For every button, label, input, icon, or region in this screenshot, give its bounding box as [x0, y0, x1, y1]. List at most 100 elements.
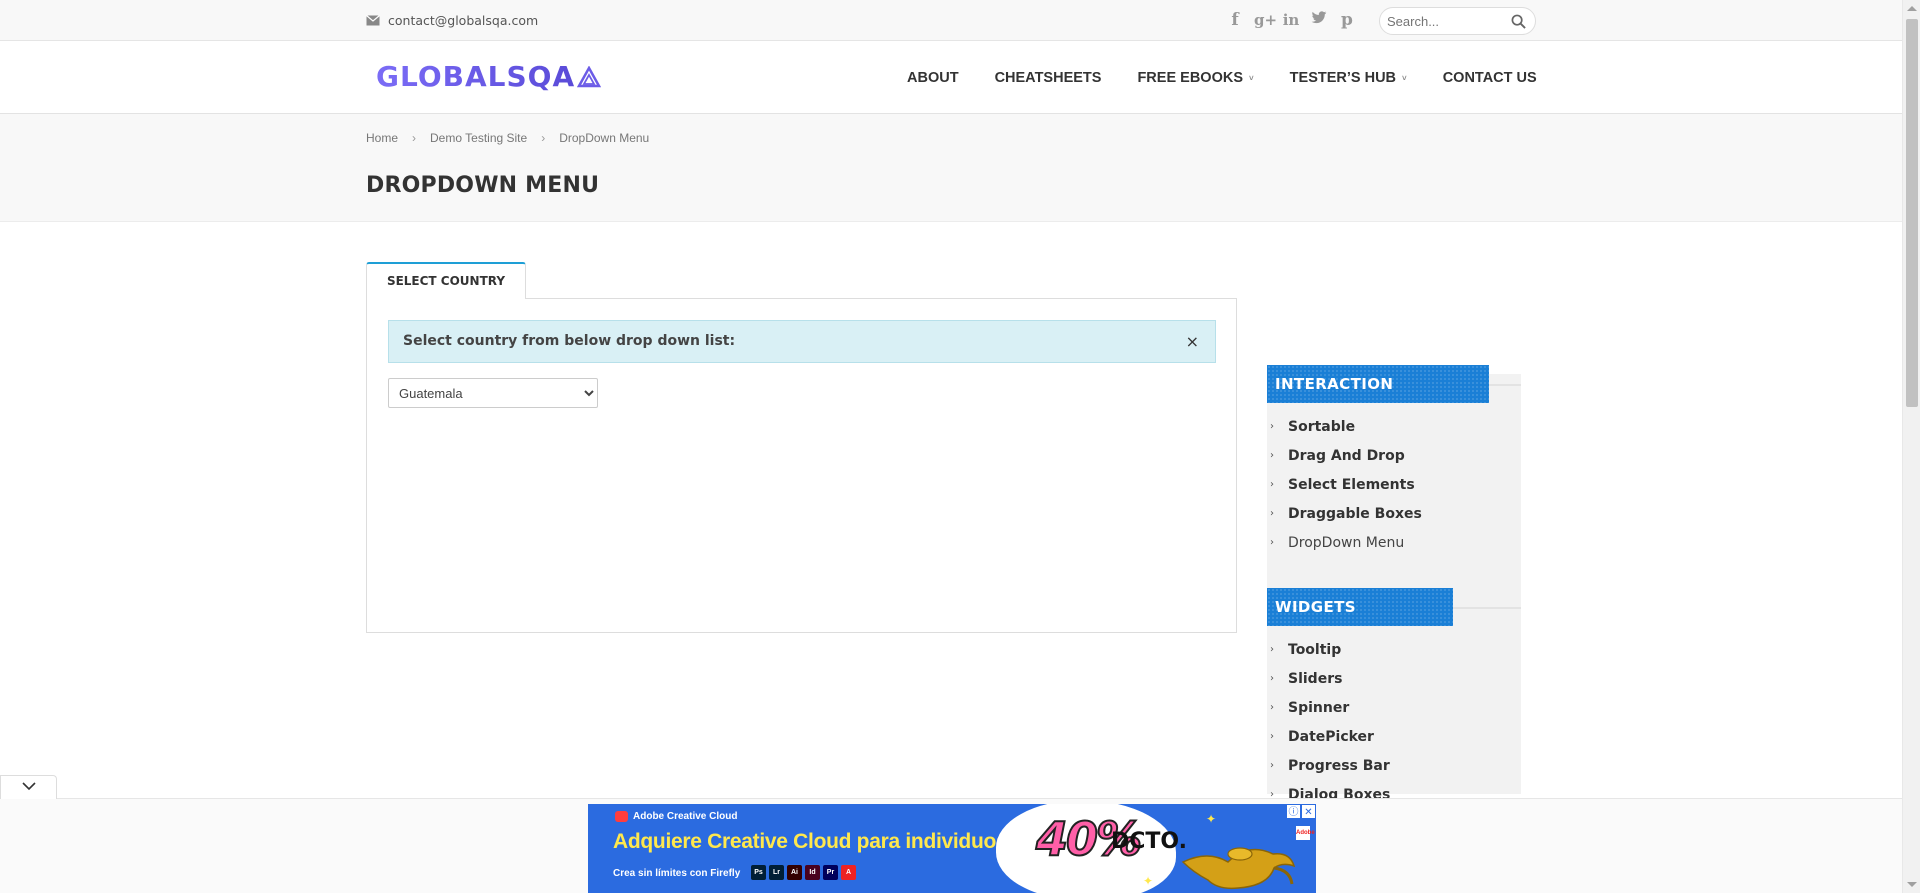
- nav-testers-hub[interactable]: TESTER’S HUB ˅: [1290, 70, 1407, 86]
- ad-app-icons: Ps Lr Ai Id Pr A: [751, 865, 856, 880]
- scrollbar-thumb[interactable]: [1906, 19, 1918, 407]
- sidebar-item-draggable-boxes[interactable]: › Draggable Boxes: [1270, 499, 1422, 528]
- logo-triangle-icon: [577, 65, 602, 87]
- lightroom-icon: Lr: [769, 865, 784, 880]
- sidebar-item-label: Sliders: [1288, 670, 1343, 687]
- chevron-down-icon: ˅: [1249, 73, 1254, 83]
- breadcrumb: Home › Demo Testing Site › DropDown Menu: [366, 131, 649, 145]
- nav-cheatsheets[interactable]: CHEATSHEETS: [995, 70, 1102, 86]
- sidebar-item-progress-bar[interactable]: › Progress Bar: [1270, 751, 1390, 780]
- sidebar-item-tooltip[interactable]: › Tooltip: [1270, 635, 1390, 664]
- sidebar-item-dropdown-menu[interactable]: › DropDown Menu: [1270, 528, 1422, 557]
- scroll-up-icon[interactable]: [1907, 6, 1917, 11]
- sidebar-item-label: Progress Bar: [1288, 757, 1390, 774]
- adobe-logo: Adobe: [1296, 826, 1315, 840]
- sidebar-list-interaction: › Sortable › Drag And Drop › Select Element…: [1270, 412, 1422, 557]
- breadcrumb-separator-icon: ›: [541, 131, 546, 145]
- breadcrumb-home[interactable]: Home: [366, 131, 398, 145]
- sparkle-icon: ✦: [1143, 874, 1154, 888]
- contact-email-text: contact@globalsqa.com: [388, 13, 539, 28]
- indesign-icon: Id: [805, 865, 820, 880]
- nav-free-ebooks[interactable]: FREE EBOOKS ˅: [1137, 70, 1253, 86]
- pinterest-icon[interactable]: p: [1338, 10, 1356, 30]
- page-title-bar: Home › Demo Testing Site › DropDown Menu…: [0, 114, 1902, 222]
- sidebar-item-drag-and-drop[interactable]: › Drag And Drop: [1270, 441, 1422, 470]
- breadcrumb-demo-testing-site[interactable]: Demo Testing Site: [430, 131, 527, 145]
- ad-subtext: Crea sin límites con Firefly: [613, 868, 741, 879]
- ad-headline: Adquiere Creative Cloud para individuos …: [613, 830, 1050, 853]
- page-title: DROPDOWN MENU: [366, 173, 600, 198]
- linkedin-icon[interactable]: in: [1282, 10, 1300, 30]
- nav-free-ebooks-label: FREE EBOOKS: [1137, 70, 1243, 86]
- sparkle-icon: ✦: [1206, 812, 1217, 826]
- sidebar-item-label: Drag And Drop: [1288, 447, 1405, 464]
- chevron-right-icon: ›: [1270, 508, 1274, 519]
- main-nav: ABOUT CHEATSHEETS FREE EBOOKS ˅ TESTER’S …: [907, 70, 1537, 86]
- tab-select-country[interactable]: SELECT COUNTRY: [366, 262, 526, 299]
- sidebar-item-datepicker[interactable]: › DatePicker: [1270, 722, 1390, 751]
- sidebar-item-spinner[interactable]: › Spinner: [1270, 693, 1390, 722]
- logo-text: GLOBALSQA: [376, 60, 576, 93]
- chevron-right-icon: ›: [1270, 702, 1274, 713]
- illustrator-icon: Ai: [787, 865, 802, 880]
- ad-close-icon[interactable]: ✕: [1301, 804, 1316, 819]
- country-select-wrapper: Guatemala: [388, 378, 598, 408]
- breadcrumb-current: DropDown Menu: [559, 131, 650, 145]
- nav-cheatsheets-label: CHEATSHEETS: [994, 70, 1102, 86]
- top-bar: contact@globalsqa.com f g+ in p: [0, 0, 1902, 41]
- creative-cloud-icon: [615, 811, 628, 822]
- google-plus-icon[interactable]: g+: [1254, 10, 1277, 30]
- breadcrumb-separator-icon: ›: [412, 131, 417, 145]
- scroll-down-icon[interactable]: [1907, 882, 1917, 887]
- country-select[interactable]: Guatemala: [389, 379, 597, 407]
- nav-contact-us[interactable]: CONTACT US: [1443, 70, 1537, 86]
- contact-email[interactable]: contact@globalsqa.com: [366, 13, 538, 28]
- ad-brand: Adobe Creative Cloud: [615, 811, 737, 822]
- collapse-ad-button[interactable]: [0, 775, 57, 799]
- chevron-right-icon: ›: [1270, 421, 1274, 432]
- nav-about-label: ABOUT: [907, 70, 959, 86]
- sidebar-item-label: DropDown Menu: [1288, 534, 1405, 551]
- nav-testers-hub-label: TESTER’S HUB: [1289, 70, 1397, 86]
- sidebar-heading-line: [1453, 607, 1521, 609]
- acrobat-icon: A: [841, 865, 856, 880]
- nav-contact-us-label: CONTACT US: [1442, 70, 1537, 86]
- chevron-right-icon: ›: [1270, 760, 1274, 771]
- page-scrollbar[interactable]: [1902, 0, 1920, 893]
- chevron-down-icon: [21, 782, 36, 791]
- premiere-icon: Pr: [823, 865, 838, 880]
- envelope-icon: [366, 15, 380, 26]
- sidebar-item-label: Spinner: [1288, 699, 1350, 716]
- nav-about[interactable]: ABOUT: [907, 70, 959, 86]
- ad-info-icon[interactable]: ⓘ: [1286, 804, 1301, 819]
- info-alert: Select country from below drop down list…: [388, 320, 1216, 363]
- ad-choices[interactable]: ⓘ ✕: [1286, 804, 1316, 819]
- chevron-right-icon: ›: [1270, 673, 1274, 684]
- search-input[interactable]: [1387, 8, 1507, 34]
- facebook-icon[interactable]: f: [1226, 10, 1244, 30]
- chevron-right-icon: ›: [1270, 731, 1274, 742]
- tab-panel: Select country from below drop down list…: [366, 298, 1237, 633]
- search-icon[interactable]: [1511, 14, 1526, 29]
- sidebar-item-label: Draggable Boxes: [1288, 505, 1422, 522]
- page: contact@globalsqa.com f g+ in p GLOBALSQ…: [0, 0, 1920, 893]
- advertisement-banner[interactable]: Adobe Creative Cloud Adquiere Creative C…: [588, 804, 1316, 893]
- sidebar-heading-line: [1489, 384, 1521, 386]
- social-links: f g+ in p: [1226, 10, 1356, 30]
- sidebar-heading-interaction: INTERACTION: [1267, 365, 1489, 403]
- site-logo[interactable]: GLOBALSQA: [376, 60, 602, 93]
- ad-discount-label: DCTO.: [1111, 829, 1187, 854]
- sidebar-item-sliders[interactable]: › Sliders: [1270, 664, 1390, 693]
- sidebar-item-label: Tooltip: [1288, 641, 1342, 658]
- sidebar-item-label: Sortable: [1288, 418, 1356, 435]
- close-icon[interactable]: ×: [1186, 321, 1199, 362]
- twitter-icon[interactable]: [1310, 10, 1328, 30]
- sidebar-list-widgets: › Tooltip › Sliders › Spinner › DatePicker ›…: [1270, 635, 1390, 809]
- ad-brand-text: Adobe Creative Cloud: [633, 811, 738, 822]
- sidebar-heading-widgets: WIDGETS: [1267, 588, 1453, 626]
- sidebar-item-sortable[interactable]: › Sortable: [1270, 412, 1422, 441]
- sidebar-item-select-elements[interactable]: › Select Elements: [1270, 470, 1422, 499]
- sidebar-item-label: Select Elements: [1288, 476, 1415, 493]
- chevron-right-icon: ›: [1270, 537, 1274, 548]
- alert-text: Select country from below drop down list…: [403, 333, 736, 349]
